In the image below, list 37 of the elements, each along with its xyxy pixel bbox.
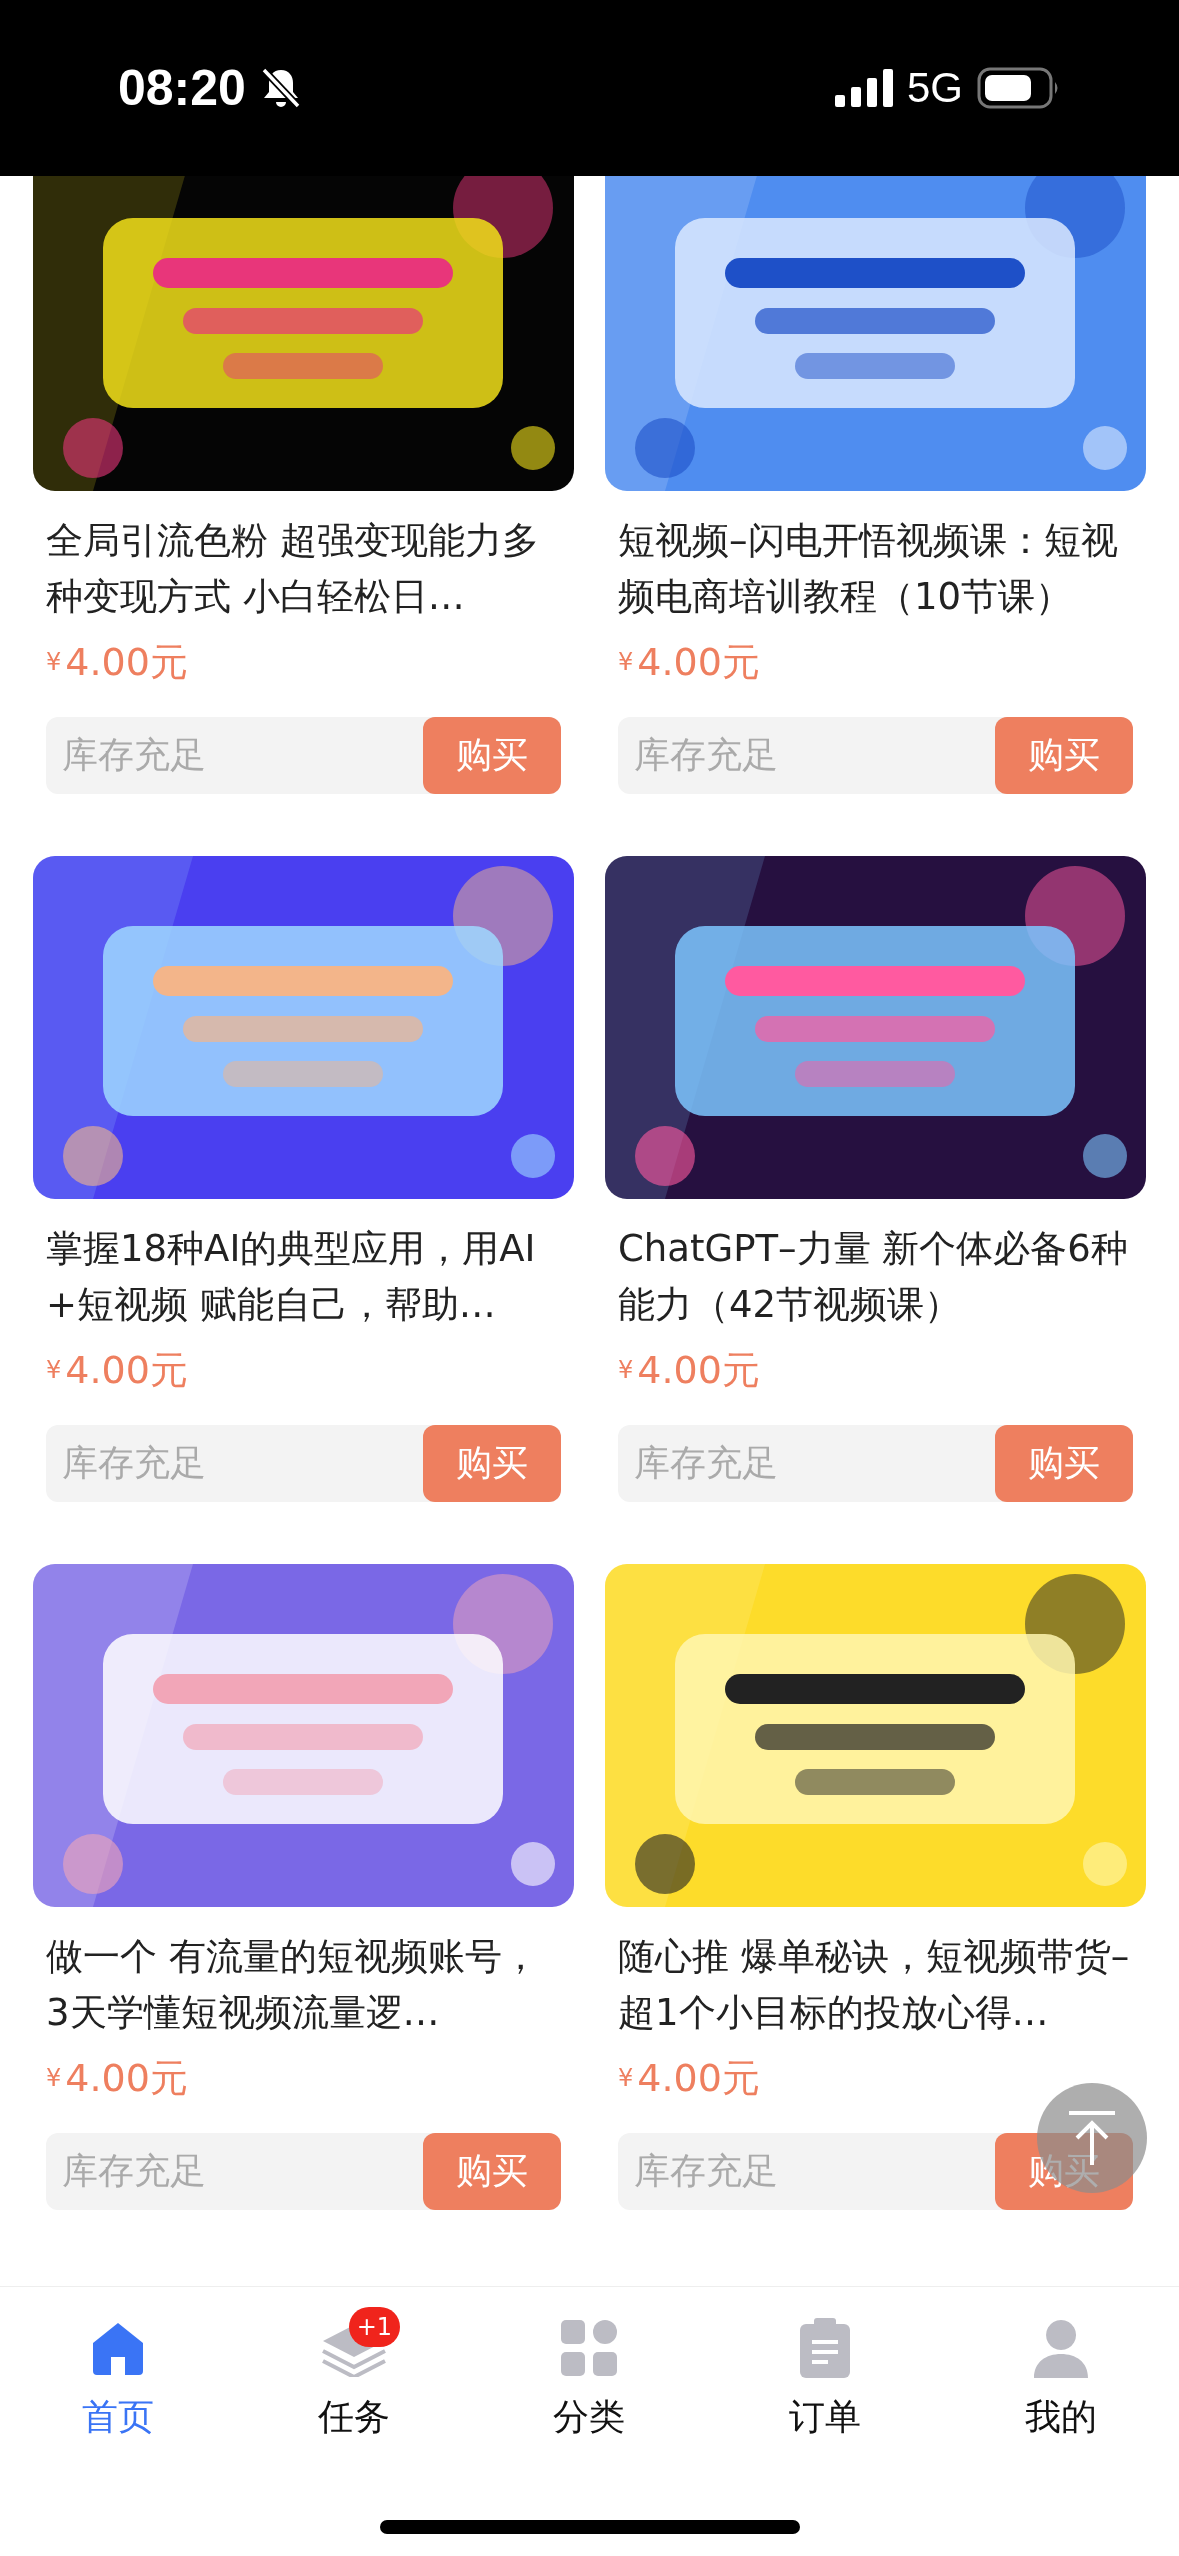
stock-status: 库存充足 — [633, 1441, 779, 1485]
product-price: 4.00元 — [637, 1346, 760, 1394]
currency-sign: ¥ — [618, 1356, 634, 1384]
product-price: 4.00元 — [637, 638, 760, 686]
tab-item[interactable]: 分类 — [471, 2301, 708, 2442]
clipboard-icon — [800, 2318, 851, 2378]
product-title[interactable]: 随心推 爆单秘诀，短视频带货–超1个小目标的投放心得… — [618, 1929, 1133, 2041]
tab-item[interactable]: 订单 — [707, 2301, 944, 2442]
currency-sign: ¥ — [46, 1356, 62, 1384]
product-title[interactable]: ChatGPT–力量 新个体必备6种能力（42节视频课） — [618, 1221, 1133, 1333]
stock-status: 库存充足 — [61, 1441, 207, 1485]
currency-sign: ¥ — [618, 648, 634, 676]
product-price: 4.00元 — [65, 2054, 188, 2102]
currency-sign: ¥ — [46, 2064, 62, 2092]
signal-icon — [834, 69, 893, 107]
clock: 08:20 — [118, 59, 246, 117]
product-title[interactable]: 做一个 有流量的短视频账号，3天学懂短视频流量逻… — [46, 1929, 561, 2041]
stock-status: 库存充足 — [633, 2149, 779, 2193]
product-title[interactable]: 掌握18种AI的典型应用，用AI+短视频 赋能自己，帮助… — [46, 1221, 561, 1333]
currency-sign: ¥ — [46, 648, 62, 676]
product-price: 4.00元 — [637, 2054, 760, 2102]
stock-status: 库存充足 — [61, 2149, 207, 2193]
person-icon — [1032, 2318, 1091, 2378]
tab-item[interactable]: 首页 — [0, 2301, 236, 2442]
network-label: 5G — [906, 64, 963, 112]
product-title[interactable]: 短视频–闪电开悟视频课：短视频电商培训教程（10节课） — [618, 513, 1133, 625]
stock-status: 库存充足 — [633, 733, 779, 777]
muted-bell-icon — [259, 66, 302, 110]
currency-sign: ¥ — [618, 2064, 634, 2092]
product-title[interactable]: 全局引流色粉 超强变现能力多种变现方式 小白轻松日… — [46, 513, 561, 625]
stock-status: 库存充足 — [61, 733, 207, 777]
product-price: 4.00元 — [65, 1346, 188, 1394]
product-price: 4.00元 — [65, 638, 188, 686]
category-icon — [561, 2320, 618, 2376]
count-badge: +1 — [348, 2307, 401, 2347]
tab-item[interactable]: +1 任务 — [235, 2301, 472, 2442]
tab-item[interactable]: 我的 — [943, 2301, 1179, 2442]
